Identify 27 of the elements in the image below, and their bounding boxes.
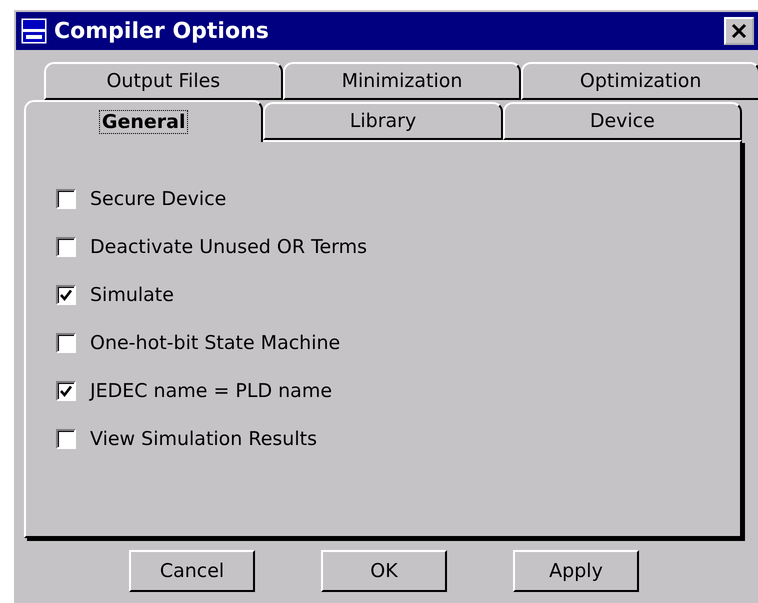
close-icon <box>731 23 747 39</box>
tab[interactable]: Device <box>502 102 742 140</box>
dialog-button[interactable]: Apply <box>513 550 639 592</box>
checkbox[interactable] <box>56 237 76 257</box>
tab[interactable]: Library <box>263 102 503 140</box>
dialog-button[interactable]: OK <box>321 550 447 592</box>
tab[interactable]: Output Files <box>44 62 283 100</box>
checkbox[interactable] <box>56 285 76 305</box>
checkbox[interactable] <box>56 333 76 353</box>
close-button[interactable] <box>724 17 754 45</box>
checkbox-label: Secure Device <box>90 188 226 210</box>
tab[interactable]: Optimization <box>521 62 758 100</box>
checkmark-icon <box>59 288 73 302</box>
checkbox-label: One-hot-bit State Machine <box>90 332 340 354</box>
checkbox[interactable] <box>56 381 76 401</box>
tab[interactable]: Minimization <box>282 62 522 100</box>
checkbox-label: Deactivate Unused OR Terms <box>90 236 368 258</box>
window-title: Compiler Options <box>54 18 270 44</box>
dialog-button[interactable]: Cancel <box>129 550 255 592</box>
checkbox[interactable] <box>56 429 76 449</box>
checkbox-label: Simulate <box>90 284 174 306</box>
checkbox-label: JEDEC name = PLD name <box>90 380 332 402</box>
app-icon <box>20 17 48 45</box>
checkbox-label: View Simulation Results <box>90 428 317 450</box>
tab[interactable]: General <box>24 100 264 142</box>
checkmark-icon <box>59 384 73 398</box>
checkbox[interactable] <box>56 189 76 209</box>
